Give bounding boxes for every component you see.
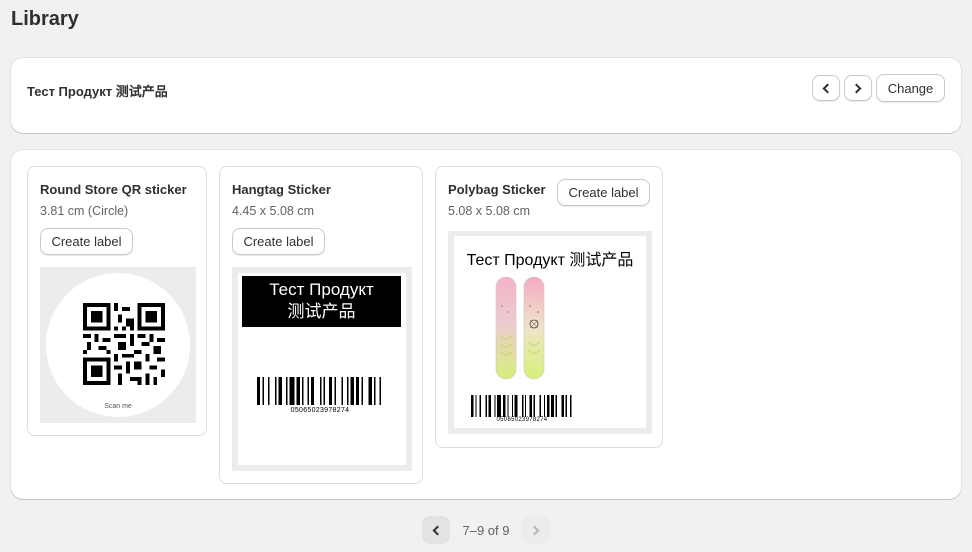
label-size: 5.08 x 5.08 cm [448, 204, 530, 218]
product-card: Тест Продукт 测试产品 Change [11, 58, 961, 133]
next-product-button[interactable] [844, 75, 872, 101]
polybag-heading: Тест Продукт 测试产品 [466, 252, 634, 269]
pagination: 7–9 of 9 [422, 516, 550, 544]
snowboard-product-image [495, 276, 545, 380]
barcode-number: 05065023978274 [290, 407, 350, 414]
label-preview: Тест Продукт 测试产品 05065023978274 [232, 267, 412, 471]
qr-code-image [83, 303, 165, 385]
chevron-left-icon [432, 525, 443, 535]
round-sticker-preview: Scan me [46, 273, 190, 417]
hangtag-heading: Тест Продукт 测试产品 [242, 276, 401, 327]
label-preview: Scan me [40, 267, 196, 423]
next-page-button[interactable] [522, 516, 550, 544]
label-size: 4.45 x 5.08 cm [232, 204, 314, 218]
label-template-hangtag: Hangtag Sticker 4.45 x 5.08 cm Create la… [219, 166, 423, 484]
page-title: Library [11, 8, 79, 30]
pagination-label: 7–9 of 9 [462, 523, 510, 538]
hangtag-sticker-preview: Тест Продукт 测试产品 05065023978274 [238, 273, 406, 465]
barcode-number: 05065023978274 [496, 417, 548, 423]
scan-me-caption: Scan me [104, 403, 132, 410]
create-label-button[interactable]: Create label [232, 228, 325, 255]
label-title: Hangtag Sticker [232, 182, 331, 197]
label-templates-card: Round Store QR sticker 3.81 cm (Circle) … [11, 150, 961, 499]
chevron-right-icon [851, 83, 862, 93]
polybag-sticker-preview: Тест Продукт 测试产品 05065023978274 [454, 236, 646, 428]
barcode-image [471, 395, 572, 417]
create-label-button[interactable]: Create label [557, 179, 650, 206]
hangtag-heading-line2: 测试产品 [287, 302, 356, 321]
label-template-polybag: Polybag Sticker 5.08 x 5.08 cm Create la… [435, 166, 663, 448]
previous-product-button[interactable] [812, 75, 840, 101]
product-name: Тест Продукт 测试产品 [27, 84, 168, 99]
label-title: Polybag Sticker [448, 182, 546, 197]
chevron-left-icon [822, 83, 833, 93]
change-product-button[interactable]: Change [876, 74, 945, 102]
chevron-right-icon [529, 525, 540, 535]
previous-page-button[interactable] [422, 516, 450, 544]
barcode-image [257, 377, 382, 405]
label-title: Round Store QR sticker [40, 182, 187, 197]
label-size: 3.81 cm (Circle) [40, 204, 129, 218]
create-label-button[interactable]: Create label [40, 228, 133, 255]
label-preview: Тест Продукт 测试产品 05065023978274 [448, 231, 652, 434]
hangtag-heading-line1: Тест Продукт [269, 280, 374, 299]
label-template-round-qr: Round Store QR sticker 3.81 cm (Circle) … [27, 166, 207, 436]
